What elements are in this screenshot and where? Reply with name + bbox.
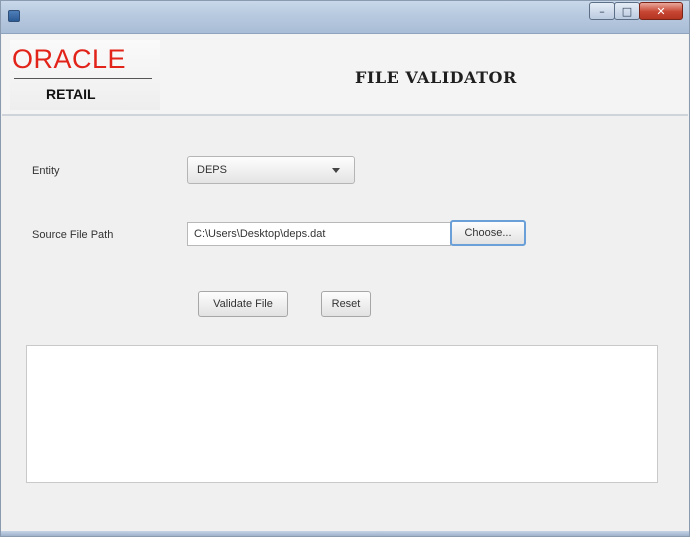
close-button[interactable]: ✕ <box>639 2 683 20</box>
window-controls: – □ ✕ <box>589 2 683 22</box>
entity-label: Entity <box>32 165 60 177</box>
title-bar[interactable]: – □ ✕ <box>1 1 689 34</box>
reset-button[interactable]: Reset <box>321 291 371 317</box>
minimize-button[interactable]: – <box>589 2 615 20</box>
validate-file-button[interactable]: Validate File <box>198 291 288 317</box>
app-window: – □ ✕ ORACLE RETAIL FILE VALIDATOR Entit… <box>0 0 690 537</box>
entity-selected-value: DEPS <box>197 164 227 176</box>
choose-button[interactable]: Choose... <box>450 220 526 246</box>
validation-output-area[interactable] <box>26 345 658 483</box>
oracle-retail-logo: ORACLE RETAIL <box>10 40 160 110</box>
window-bottom-border <box>1 531 689 536</box>
logo-brand-text: ORACLE <box>12 44 127 74</box>
maximize-button[interactable]: □ <box>614 2 640 20</box>
header-banner: ORACLE RETAIL FILE VALIDATOR <box>2 34 688 116</box>
app-icon <box>8 10 20 22</box>
entity-dropdown[interactable]: DEPS <box>187 156 355 184</box>
logo-product-text: RETAIL <box>46 86 96 102</box>
source-file-path-label: Source File Path <box>32 229 114 241</box>
logo-divider <box>14 78 152 79</box>
page-title: FILE VALIDATOR <box>355 68 517 87</box>
chevron-down-icon <box>332 168 340 173</box>
source-file-path-input[interactable] <box>187 222 451 246</box>
